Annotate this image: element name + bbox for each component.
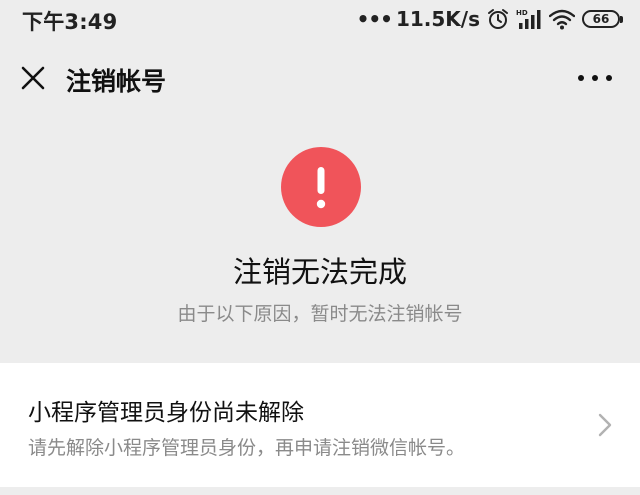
network-speed: 11.5K/s	[395, 7, 480, 31]
more-dot	[592, 75, 598, 81]
reason-item[interactable]: 小程序管理员身份尚未解除 请先解除小程序管理员身份，再申请注销微信帐号。	[0, 363, 640, 487]
chevron-right-icon	[598, 413, 612, 437]
status-time: 下午3:49	[22, 10, 118, 34]
status-bar: 下午3:49 ••• 11.5K/s HD 66	[0, 0, 640, 40]
more-dot	[606, 75, 612, 81]
close-icon[interactable]	[20, 65, 46, 91]
page-title: 注销帐号	[66, 67, 167, 96]
battery-indicator: 66	[582, 10, 623, 28]
hd-label: HD	[516, 9, 528, 17]
more-dot	[578, 75, 584, 81]
result-subtitle: 由于以下原因，暂时无法注销帐号	[177, 303, 463, 325]
screen: 下午3:49 ••• 11.5K/s HD 66 注销帐号 注销无法完成 由于以…	[0, 0, 640, 495]
warning-icon	[281, 147, 361, 227]
more-icon[interactable]	[578, 68, 612, 88]
alarm-icon	[487, 8, 509, 30]
reason-description: 请先解除小程序管理员身份，再申请注销微信帐号。	[28, 437, 466, 459]
reason-title: 小程序管理员身份尚未解除	[28, 400, 304, 426]
status-indicators: ••• 11.5K/s HD 66	[356, 5, 623, 33]
nav-bar: 注销帐号	[0, 40, 640, 118]
status-dots: •••	[356, 7, 393, 31]
result-title: 注销无法完成	[232, 255, 407, 289]
hd-signal-icon: HD	[516, 8, 542, 30]
wifi-icon	[549, 8, 575, 30]
